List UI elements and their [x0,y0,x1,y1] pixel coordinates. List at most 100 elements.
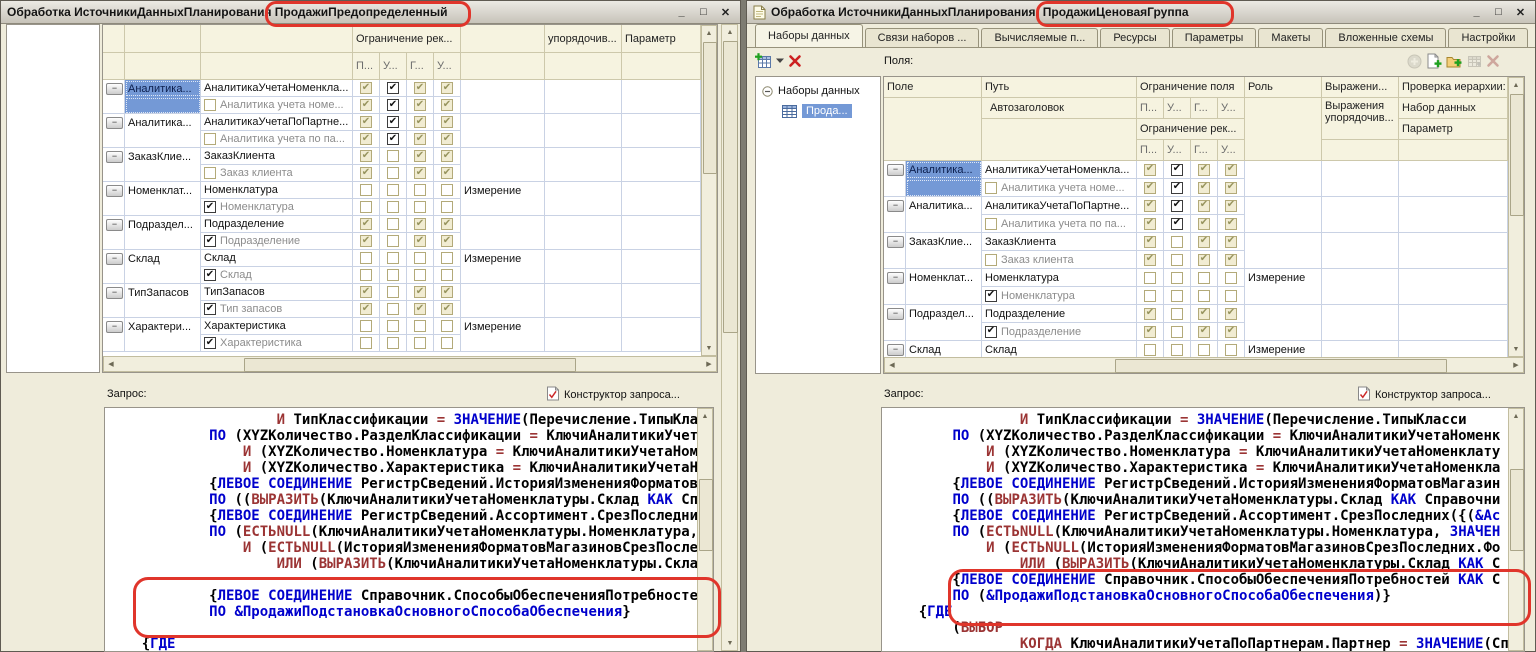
restriction-checkbox[interactable] [387,82,399,94]
role-cell[interactable] [461,199,545,216]
restriction-checkbox[interactable] [1144,218,1156,230]
field-cell[interactable] [125,97,201,114]
add-dataset-icon[interactable] [755,53,772,69]
hierarchy-cell[interactable] [1399,233,1508,251]
collapse-row-icon[interactable] [106,151,123,163]
ordering-expression-cell[interactable] [1322,197,1399,215]
scroll-down-icon[interactable] [702,341,716,355]
restriction-cell[interactable] [1137,197,1164,215]
tab-параметры[interactable]: Параметры [1172,28,1257,47]
restriction-checkbox[interactable] [360,286,372,298]
restriction-cell[interactable] [353,301,380,318]
use-field-checkbox[interactable] [985,326,997,338]
restriction-checkbox[interactable] [360,82,372,94]
restriction-checkbox[interactable] [1225,326,1237,338]
restriction-checkbox[interactable] [1171,200,1183,212]
restriction-checkbox[interactable] [1144,344,1156,356]
role-cell[interactable] [1245,179,1322,197]
restriction-cell[interactable] [380,284,407,301]
restriction-cell[interactable] [380,216,407,233]
add-group-icon[interactable] [1446,54,1462,69]
restriction-checkbox[interactable] [414,99,426,111]
hierarchy-cell[interactable] [1399,215,1508,233]
restriction-cell[interactable] [380,335,407,352]
restriction-checkbox[interactable] [441,116,453,128]
row-selector-cell[interactable] [884,179,906,197]
row-selector-cell[interactable] [103,182,125,199]
restriction-checkbox[interactable] [441,286,453,298]
restriction-cell[interactable] [1164,251,1191,269]
restriction-checkbox[interactable] [1198,326,1210,338]
role-cell[interactable] [461,216,545,233]
role-cell[interactable] [461,165,545,182]
restriction-cell[interactable] [434,318,461,335]
scroll-up-icon[interactable] [698,409,712,423]
restriction-checkbox[interactable] [1198,218,1210,230]
restriction-cell[interactable] [353,148,380,165]
hierarchy-cell[interactable] [622,80,701,97]
path-cell[interactable]: Тип запасов [201,301,353,318]
field-cell[interactable]: Номенклат... [906,269,982,287]
path-cell[interactable]: Аналитика учета по па... [201,131,353,148]
close-icon[interactable]: ✕ [1512,5,1529,20]
role-cell[interactable]: Измерение [461,250,545,267]
restriction-checkbox[interactable] [387,150,399,162]
role-cell[interactable]: Измерение [461,318,545,335]
restriction-cell[interactable] [1218,251,1245,269]
tab-настройки[interactable]: Настройки [1448,28,1528,47]
restriction-checkbox[interactable] [387,252,399,264]
restriction-checkbox[interactable] [441,150,453,162]
ordering-expression-cell[interactable] [1322,233,1399,251]
restriction-cell[interactable] [434,199,461,216]
tab-ресурсы[interactable]: Ресурсы [1100,28,1169,47]
scroll-left-icon[interactable] [885,358,899,372]
restriction-cell[interactable] [1191,215,1218,233]
restriction-checkbox[interactable] [414,167,426,179]
restriction-cell[interactable] [1137,287,1164,305]
restriction-checkbox[interactable] [360,218,372,230]
role-cell[interactable] [461,335,545,352]
collapse-row-icon[interactable] [106,185,123,197]
role-cell[interactable] [461,284,545,301]
restriction-checkbox[interactable] [360,116,372,128]
row-selector-cell[interactable] [103,165,125,182]
path-cell[interactable]: Подразделение [201,233,353,250]
restriction-cell[interactable] [407,80,434,97]
left-titlebar[interactable]: Обработка ИсточникиДанныхПланирования Пр… [1,1,740,24]
path-cell[interactable]: Номенклатура [201,182,353,199]
restriction-cell[interactable] [353,250,380,267]
row-selector-cell[interactable] [103,301,125,318]
restriction-checkbox[interactable] [441,320,453,332]
row-selector-cell[interactable] [884,287,906,305]
restriction-cell[interactable] [1191,179,1218,197]
restriction-checkbox[interactable] [414,303,426,315]
use-field-checkbox[interactable] [204,99,216,111]
restriction-checkbox[interactable] [414,286,426,298]
field-cell[interactable]: ТипЗапасов [125,284,201,301]
restriction-checkbox[interactable] [1144,236,1156,248]
restriction-cell[interactable] [407,165,434,182]
restriction-cell[interactable] [1137,251,1164,269]
path-cell[interactable]: Заказ клиента [201,165,353,182]
left-window-vscrollbar[interactable] [721,24,738,651]
hierarchy-cell[interactable] [1399,251,1508,269]
restriction-cell[interactable] [1164,287,1191,305]
restriction-checkbox[interactable] [387,99,399,111]
hierarchy-cell[interactable] [1399,269,1508,287]
field-cell[interactable] [906,215,982,233]
role-cell[interactable] [1245,233,1322,251]
restriction-cell[interactable] [1218,215,1245,233]
restriction-cell[interactable] [407,131,434,148]
path-cell[interactable]: Подразделение [982,323,1137,341]
role-cell[interactable] [461,301,545,318]
field-cell[interactable] [125,131,201,148]
query-builder-label[interactable]: Конструктор запроса... [564,389,680,401]
restriction-cell[interactable] [353,114,380,131]
field-cell[interactable]: Подраздел... [125,216,201,233]
restriction-checkbox[interactable] [414,201,426,213]
field-cell[interactable]: Характери... [125,318,201,335]
tab-наборы-данных[interactable]: Наборы данных [755,24,863,47]
restriction-cell[interactable] [1191,323,1218,341]
tab-вычисляемые-п-[interactable]: Вычисляемые п... [981,28,1098,47]
restriction-checkbox[interactable] [1198,344,1210,356]
